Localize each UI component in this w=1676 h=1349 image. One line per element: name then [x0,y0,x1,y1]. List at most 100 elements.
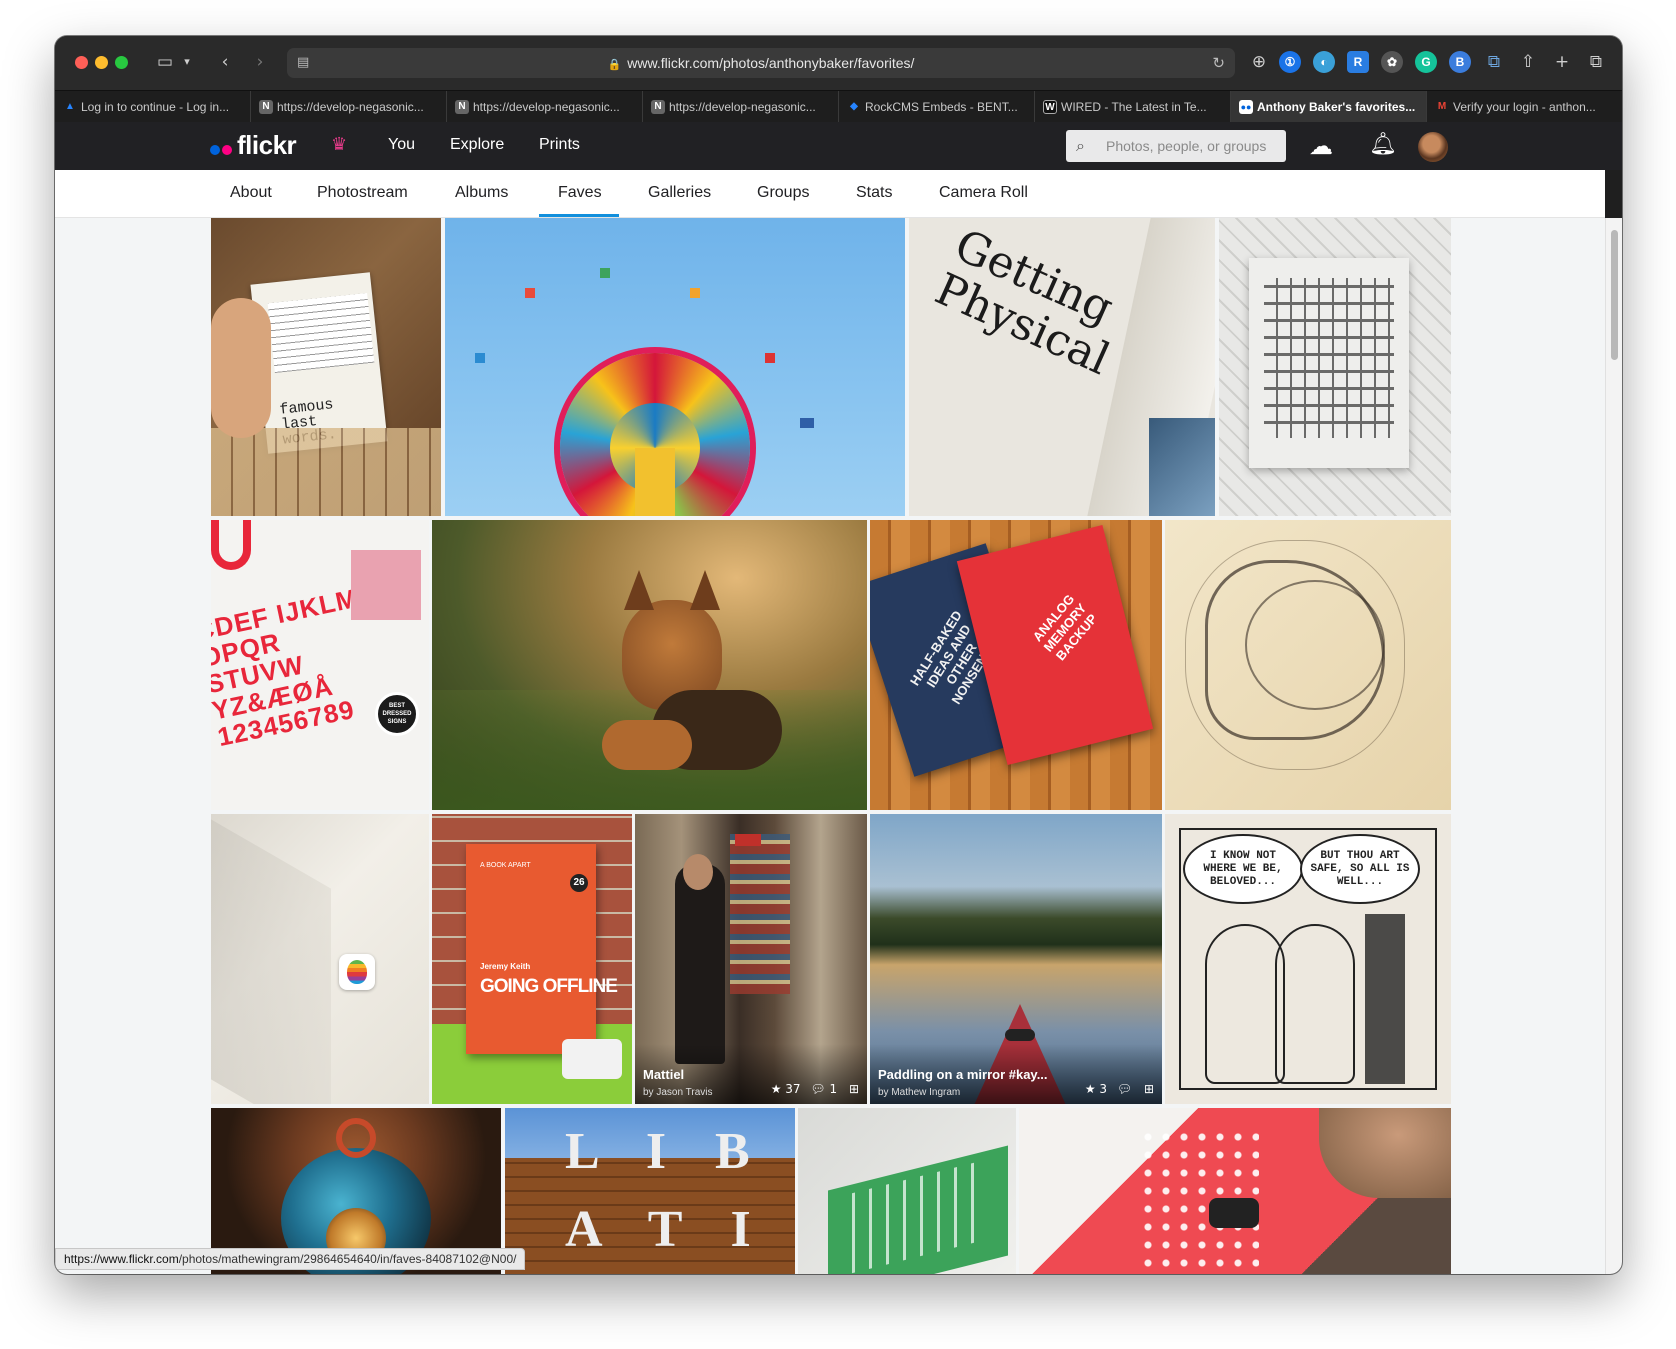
photo-text-book-number: 26 [570,874,588,892]
notifications-bell-icon[interactable]: 🔔︎ [1369,132,1397,157]
reload-icon[interactable]: ↻ [1212,48,1225,78]
tab-albums[interactable]: Albums [455,184,508,202]
tab-label: https://develop-negasonic... [277,100,424,114]
tab-about[interactable]: About [230,184,272,202]
1password-extension-icon[interactable]: ① [1279,51,1301,73]
photo-letter-b-sketch[interactable] [1165,520,1451,810]
photo-swing-ride[interactable] [445,218,905,516]
url-text: www.flickr.com/photos/anthonybaker/favor… [627,55,915,71]
avatar[interactable] [1418,132,1448,162]
wired-icon: W [1043,100,1057,114]
forward-icon[interactable]: › [250,50,270,74]
upload-cloud-icon[interactable]: ☁ [1309,132,1333,160]
tab-label: RockCMS Embeds - BENT... [865,100,1018,114]
flickr-logo-dots-icon[interactable] [210,142,232,160]
nav-prints[interactable]: Prints [539,136,580,154]
photo-screen-print-artist[interactable] [1019,1108,1451,1274]
photo-title[interactable]: Paddling on a mirror #kay... [878,1067,1048,1082]
photo-author[interactable]: by Jason Travis [643,1087,712,1098]
tab-stats[interactable]: Stats [856,184,892,202]
chevron-down-icon[interactable]: ▾ [180,50,194,74]
minimize-window-button[interactable] [95,56,108,69]
photo-text-ati: A T I [565,1201,769,1258]
active-tab-indicator [539,214,619,217]
share-icon[interactable]: ⇧ [1517,50,1539,74]
photo-mattiel[interactable]: Mattiel by Jason Travis ★ 37 💬︎ 1 ⊞ [635,814,867,1104]
faves-photo-grid: famous last words. Getting Physical [55,218,1605,1274]
photo-typographic-poster[interactable] [1219,218,1451,516]
photo-text-comic-left: I KNOW NOT WHERE WE BE, BELOVED... [1203,850,1283,888]
scrollbar-thumb[interactable] [1611,230,1618,360]
nav-you[interactable]: You [388,136,415,154]
photo-apple-logo-box[interactable] [211,814,429,1104]
flickr-favicon-icon: ●● [1239,100,1253,114]
search-placeholder: Photos, people, or groups [1106,138,1267,154]
tab-log-in[interactable]: ▲ Log in to continue - Log in... [55,91,251,123]
photo-author[interactable]: by Mathew Ingram [878,1087,960,1098]
search-input[interactable]: ⌕ Photos, people, or groups [1066,130,1286,162]
back-icon[interactable]: ‹ [215,50,235,74]
photo-comic-panel[interactable]: I KNOW NOT WHERE WE BE, BELOVED... BUT T… [1165,814,1451,1104]
photo-green-prints[interactable] [798,1108,1016,1274]
new-tab-icon[interactable]: + [1551,50,1573,74]
n-favicon-icon: N [651,100,665,114]
photo-libati-sign[interactable]: L I B A T I [505,1108,795,1274]
grammarly-extension-icon[interactable]: G [1415,51,1437,73]
tab-label: https://develop-negasonic... [669,100,816,114]
nav-explore[interactable]: Explore [450,136,504,154]
extension-cast-icon[interactable]: ⧉ [1483,50,1505,74]
photo-german-shepherd[interactable] [432,520,867,810]
status-bar-url: https://www.flickr.com/photos/mathewingr… [55,1248,526,1270]
photo-notebooks[interactable]: HALF-BAKED IDEAS AND OTHER NONSENSE ANAL… [870,520,1162,810]
comment-count: 1 [829,1082,838,1096]
tab-develop-3[interactable]: Nhttps://develop-negasonic... [643,91,839,123]
photo-going-offline-book[interactable]: A BOOK APART 26 Jeremy Keith GOING OFFLI… [432,814,632,1104]
comment-icon[interactable]: 💬︎ [810,1082,825,1096]
extension-layers-icon[interactable]: ✿ [1381,51,1403,73]
photo-title[interactable]: Mattiel [643,1067,684,1082]
extension-r-icon[interactable]: R [1347,51,1369,73]
photo-paddling[interactable]: Paddling on a mirror #kay... by Mathew I… [870,814,1162,1104]
sidebar-toggle-icon[interactable]: ▭ [153,50,177,74]
download-icon[interactable]: ⊕ [1248,50,1270,74]
tab-develop-2[interactable]: Nhttps://develop-negasonic... [447,91,643,123]
tab-groups[interactable]: Groups [757,184,809,202]
star-icon[interactable]: ★ [771,1082,782,1096]
add-to-gallery-icon[interactable]: ⊞ [1144,1082,1154,1096]
tab-develop-1[interactable]: Nhttps://develop-negasonic... [251,91,447,123]
extension-b-icon[interactable]: B [1449,51,1471,73]
photo-text-book-title: GOING OFFLINE [480,976,618,997]
fave-count: 3 [1099,1082,1108,1096]
tab-verify-login[interactable]: M Verify your login - anthon... [1427,91,1622,123]
jira-icon: ◆ [850,101,858,112]
flickr-logo[interactable]: flickr [237,130,297,161]
status-url-host: https://www.flickr.com [64,1252,179,1266]
cupcake-icon[interactable]: ♛ [331,134,347,155]
tab-faves[interactable]: Faves [558,184,602,202]
address-bar[interactable]: ▤ 🔒 www.flickr.com/photos/anthonybaker/fa… [287,48,1235,78]
comment-icon[interactable]: 💬︎ [1117,1082,1132,1096]
tab-galleries[interactable]: Galleries [648,184,711,202]
tab-bar: ▲ Log in to continue - Log in... Nhttps:/… [55,90,1622,123]
star-icon[interactable]: ★ [1085,1082,1096,1096]
vertical-scrollbar[interactable] [1605,218,1622,1274]
close-window-button[interactable] [75,56,88,69]
add-to-gallery-icon[interactable]: ⊞ [849,1082,859,1096]
search-icon: ⌕ [1076,136,1085,155]
photo-stats: ★ 37 💬︎ 1 ⊞ [771,1082,859,1096]
photo-getting-physical[interactable]: Getting Physical [909,218,1215,516]
maximize-window-button[interactable] [115,56,128,69]
tab-label: Log in to continue - Log in... [81,100,230,114]
status-url-path: /photos/mathewingram/29864654640/in/fave… [178,1252,517,1266]
photo-alphabet-poster[interactable]: CDEF IJKLM OPQR STUVW YZ&ÆØÅ 123456789 B… [211,520,429,810]
tab-overview-icon[interactable]: ⧉ [1585,50,1607,74]
extension-globe-icon[interactable]: ◐ [1313,51,1335,73]
tab-rockcms[interactable]: ◆ RockCMS Embeds - BENT... [839,91,1035,123]
tab-flickr-favorites[interactable]: ●● Anthony Baker's favorites... [1231,91,1427,123]
page-menu-icon[interactable]: ▤ [297,48,309,78]
photo-famous-last-words[interactable]: famous last words. [211,218,441,516]
tab-camera-roll[interactable]: Camera Roll [939,184,1028,202]
tab-photostream[interactable]: Photostream [317,184,408,202]
tab-label: https://develop-negasonic... [473,100,620,114]
tab-wired[interactable]: W WIRED - The Latest in Te... [1035,91,1231,123]
